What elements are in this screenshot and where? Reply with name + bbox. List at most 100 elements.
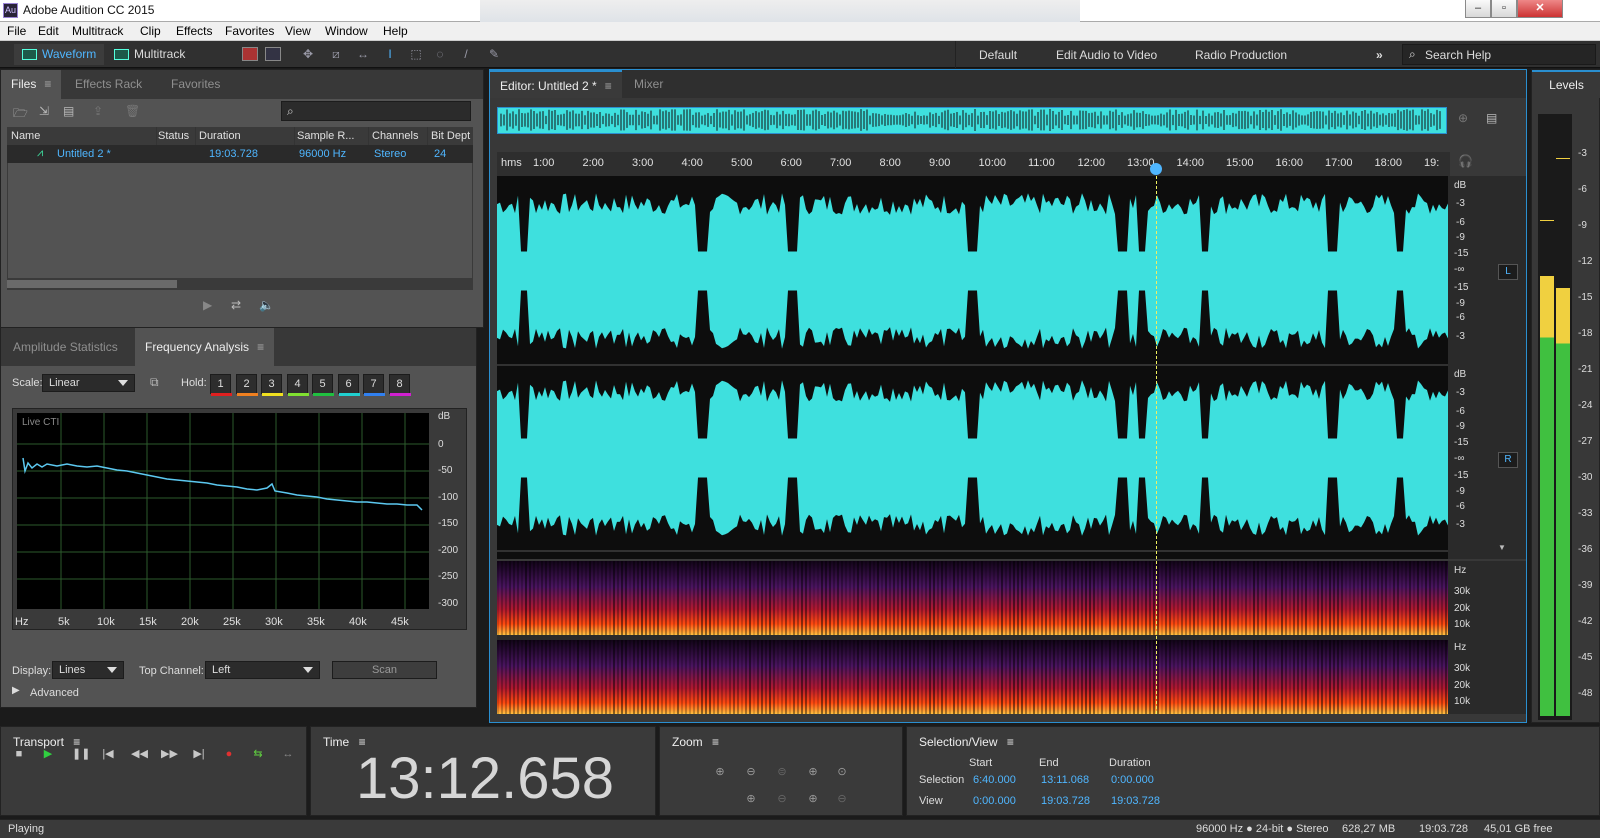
minimize-button[interactable]: – [1465,0,1491,18]
zoom-out-full-icon[interactable]: ⊙ [835,765,849,779]
spot-healing-icon[interactable]: ✎ [486,47,502,61]
open-file-icon[interactable]: 🗁 [13,104,28,125]
tab-files[interactable]: Files ≡ [1,70,62,99]
col-sample-rate[interactable]: Sample R... [297,127,369,145]
overview-menu-icon[interactable]: ▤ [1486,111,1497,125]
display-dropdown[interactable]: Lines [52,661,124,679]
workspace-edit-audio-to-video[interactable]: Edit Audio to Video [1056,48,1157,62]
scale-dropdown[interactable]: Linear [42,374,135,392]
spectral-frequency-icon[interactable] [242,47,258,61]
view-start-field[interactable]: 0:00.000 [973,795,1016,807]
tab-amplitude-statistics[interactable]: Amplitude Statistics [3,328,128,366]
tab-frequency-analysis[interactable]: Frequency Analysis ≡ [135,328,275,366]
stop-button[interactable]: ■ [12,748,26,760]
import-file-icon[interactable]: ⇲ [39,104,49,118]
menu-effects[interactable]: Effects [176,24,212,38]
lasso-icon[interactable]: ◌ [432,47,448,61]
pause-button[interactable]: ❚❚ [72,748,90,760]
workspace-default[interactable]: Default [979,48,1017,62]
copy-graph-icon[interactable]: ⧉ [150,375,159,390]
slip-tool-icon[interactable]: ↔ [355,47,371,61]
col-duration[interactable]: Duration [199,127,295,145]
waveform-mode-button[interactable]: Waveform [14,44,105,65]
preview-play-icon[interactable]: ▶ [203,298,212,312]
time-selection-icon[interactable]: I [382,47,398,61]
col-channels[interactable]: Channels [372,127,428,145]
menu-clip[interactable]: Clip [140,24,161,38]
advanced-expand-icon[interactable]: ▶ [12,685,20,696]
playhead-marker[interactable] [1150,163,1162,175]
hold-button-6[interactable]: 6 [338,374,360,396]
hold-button-1[interactable]: 1 [210,374,232,396]
menu-edit[interactable]: Edit [38,24,59,38]
close-button[interactable]: ✕ [1517,0,1563,18]
hold-button-5[interactable]: 5 [312,374,334,396]
col-bit-depth[interactable]: Bit Dept [431,127,475,145]
channel-R-toggle[interactable]: R [1498,452,1518,468]
current-time-display[interactable]: 13:12.658 [356,745,614,812]
menu-multitrack[interactable]: Multitrack [72,24,123,38]
go-to-end-button[interactable]: ▶| [192,748,206,760]
tab-effects-rack[interactable]: Effects Rack [65,70,152,99]
waveform-display[interactable] [497,176,1448,559]
go-to-start-button[interactable]: |◀ [101,748,115,760]
zoom-out-time-2-icon[interactable]: ⊖ [775,792,789,806]
play-button[interactable]: ▶ [41,748,55,760]
top-channel-dropdown[interactable]: Left [205,661,320,679]
view-end-field[interactable]: 19:03.728 [1041,795,1090,807]
fast-forward-button[interactable]: ▶▶ [161,748,178,760]
scrollbar-thumb[interactable] [7,280,177,288]
zoom-navigator-icon[interactable]: ⊕ [1458,111,1468,125]
menu-view[interactable]: View [285,24,311,38]
hold-button-3[interactable]: 3 [261,374,283,396]
zoom-out-amplitude-icon[interactable]: ⊖ [744,765,758,779]
col-name[interactable]: Name [11,127,157,145]
spectral-display[interactable] [497,561,1448,714]
selection-start-field[interactable]: 6:40.000 [973,774,1016,786]
headphones-icon[interactable]: 🎧 [1458,154,1473,168]
table-row[interactable]: ⩘ Untitled 2 * 19:03.728 96000 Hz Stereo… [7,145,473,163]
advanced-label[interactable]: Advanced [30,687,79,699]
preview-volume-icon[interactable]: 🔈 [259,298,274,312]
files-scrollbar[interactable] [7,278,473,290]
hold-button-2[interactable]: 2 [236,374,258,396]
view-duration-field[interactable]: 19:03.728 [1111,795,1160,807]
maximize-button[interactable]: ▫ [1491,0,1517,18]
menu-file[interactable]: File [7,24,26,38]
collapse-icon[interactable]: ▼ [1498,543,1506,552]
delete-file-icon[interactable]: 🗑 [125,104,140,118]
scan-button[interactable]: Scan [332,661,437,679]
hold-button-8[interactable]: 8 [389,374,411,396]
preview-loop-icon[interactable]: ⇄ [231,298,241,312]
spectral-pitch-icon[interactable] [265,47,281,61]
new-file-icon[interactable]: ▤ [63,104,74,118]
brush-icon[interactable]: / [458,47,474,61]
tab-mixer[interactable]: Mixer [624,70,673,98]
workspace-radio-production[interactable]: Radio Production [1195,48,1287,62]
zoom-out-point-icon[interactable]: ⊖ [835,792,849,806]
more-workspaces-icon[interactable]: » [1376,48,1383,62]
multitrack-mode-button[interactable]: Multitrack [106,44,193,65]
selection-duration-field[interactable]: 0:00.000 [1111,774,1154,786]
hold-button-4[interactable]: 4 [287,374,309,396]
waveform-overview[interactable] [497,107,1447,134]
zoom-in-time-icon[interactable]: ⊕ [806,765,820,779]
move-tool-icon[interactable]: ✥ [300,47,316,61]
save-file-icon[interactable]: ⇪ [93,104,103,118]
marquee-icon[interactable]: ⬚ [408,47,424,61]
skip-selection-button[interactable]: ↔ [281,748,295,760]
rewind-button[interactable]: ◀◀ [131,748,148,760]
files-search-input[interactable]: ⌕ [281,101,471,121]
menu-favorites[interactable]: Favorites [225,24,274,38]
selection-end-field[interactable]: 13:11.068 [1041,774,1089,786]
tab-editor[interactable]: Editor: Untitled 2 * ≡ [490,70,622,98]
zoom-selection-icon[interactable]: ⊜ [775,765,789,779]
zoom-in-amplitude-icon[interactable]: ⊕ [713,765,727,779]
time-ruler[interactable]: hms 1:00 2:00 3:00 4:00 5:00 6:00 7:00 8:00 9:00… [497,152,1450,176]
razor-tool-icon[interactable]: ⧄ [328,47,344,61]
hold-button-7[interactable]: 7 [363,374,385,396]
record-button[interactable]: ● [222,748,236,760]
loop-button[interactable]: ⇆ [251,748,265,760]
zoom-in-time-2-icon[interactable]: ⊕ [744,792,758,806]
menu-window[interactable]: Window [325,24,368,38]
